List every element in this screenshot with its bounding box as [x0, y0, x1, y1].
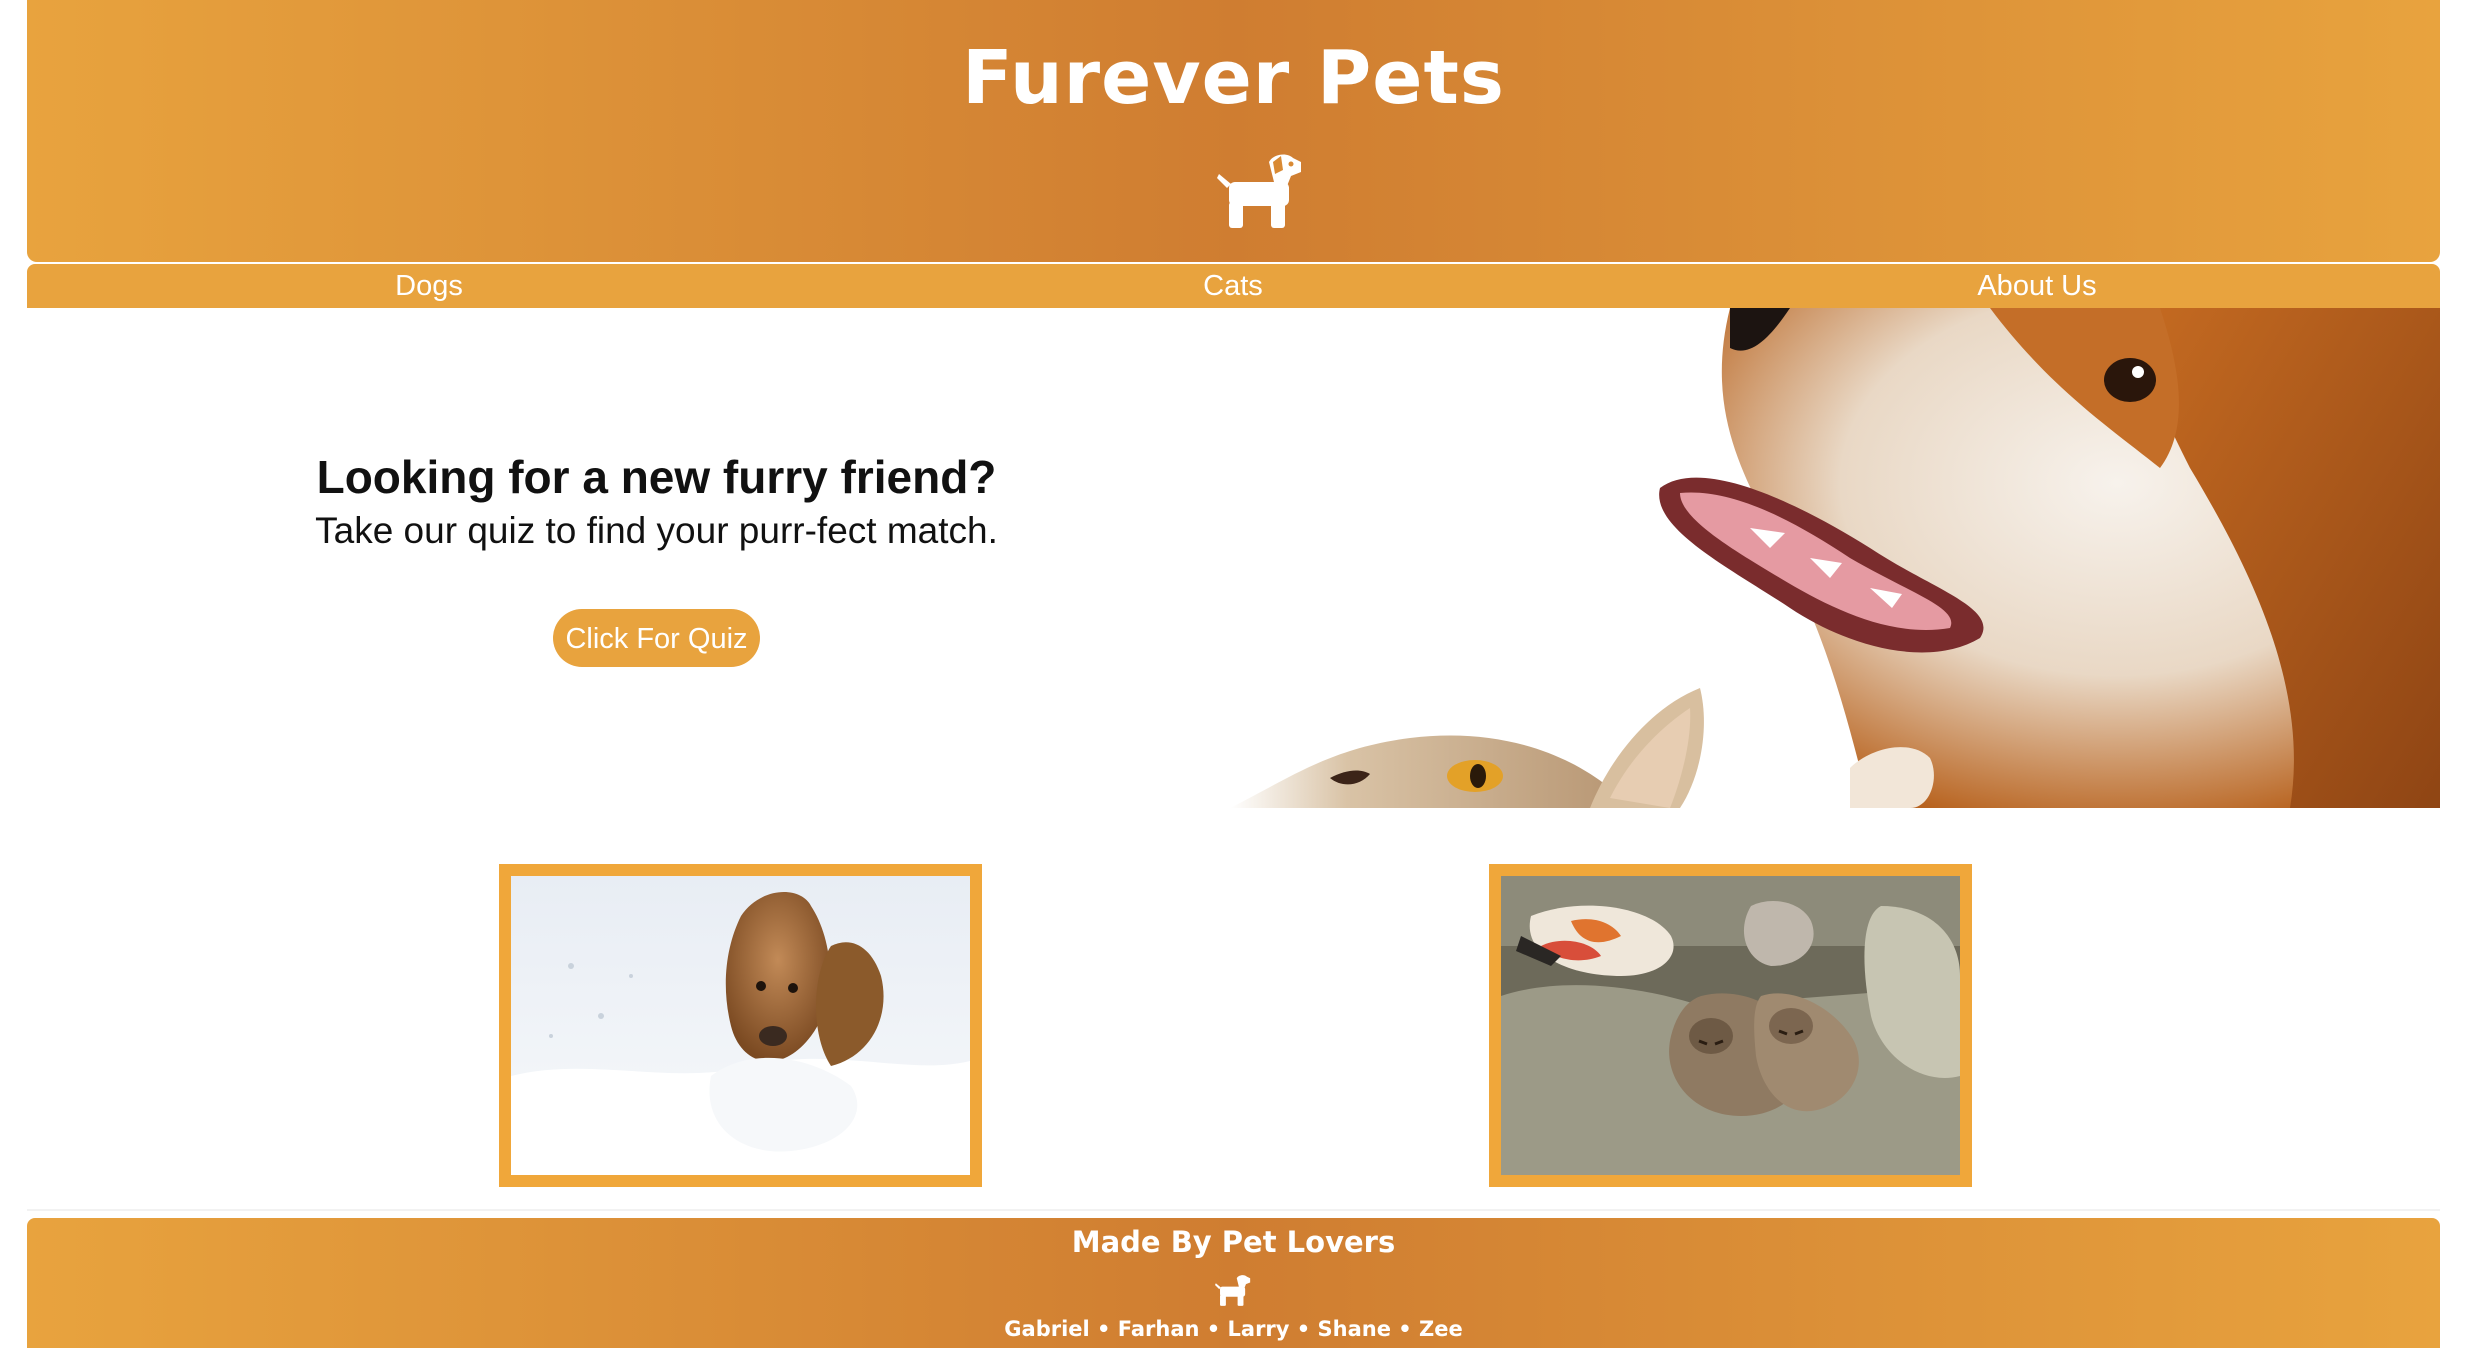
nav-item-about-us[interactable]: About Us [1635, 264, 2439, 308]
dog-in-snow-photo [511, 876, 970, 1175]
site-title: Furever Pets [962, 35, 1505, 121]
hero-subtitle: Take our quiz to find your purr-fect mat… [315, 510, 998, 551]
site-header: Furever Pets [27, 0, 2440, 262]
cat-photo-card[interactable] [1489, 864, 1972, 1187]
footer-names: Gabriel • Farhan • Larry • Shane • Zee [1004, 1317, 1463, 1341]
hero-headline: Looking for a new furry friend? [316, 451, 997, 503]
divider [27, 1209, 2440, 1211]
hero-text: Looking for a new furry friend? Take our… [200, 448, 1113, 556]
quiz-button[interactable]: Click For Quiz [553, 609, 760, 667]
site-footer: Made By Pet Lovers Gabriel • Farhan • La… [27, 1218, 2440, 1348]
dog-icon [1217, 154, 1301, 228]
kittens-on-couch-photo [1501, 876, 1960, 1175]
footer-title: Made By Pet Lovers [1071, 1225, 1396, 1259]
hero-dog-and-cat-image [1230, 308, 2440, 808]
page: Furever Pets Dogs Cats About Us Looking … [0, 0, 2466, 1364]
main-nav: Dogs Cats About Us [27, 264, 2440, 308]
dog-photo-card[interactable] [499, 864, 982, 1187]
nav-item-dogs[interactable]: Dogs [27, 264, 831, 308]
dog-icon [1215, 1275, 1251, 1306]
nav-item-cats[interactable]: Cats [831, 264, 1635, 308]
